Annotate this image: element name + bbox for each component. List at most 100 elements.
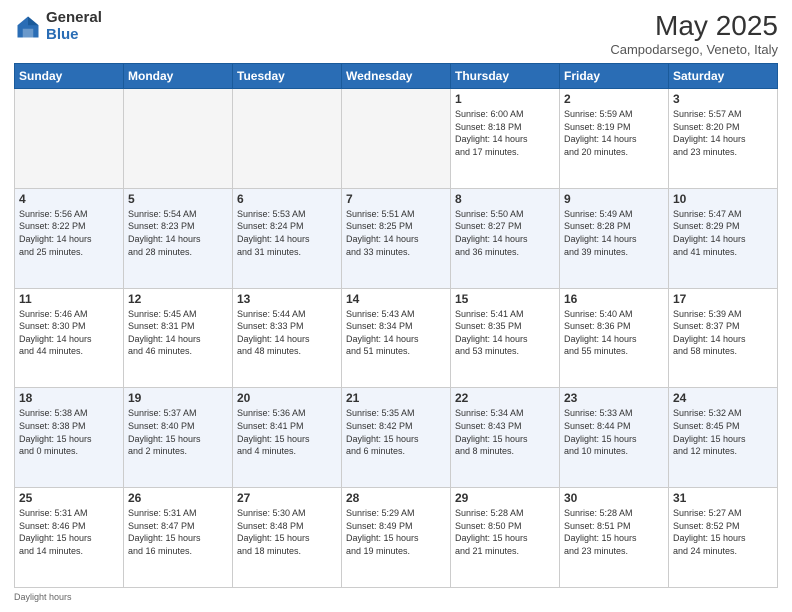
subtitle: Campodarsego, Veneto, Italy	[610, 42, 778, 57]
day-info: Sunrise: 6:00 AMSunset: 8:18 PMDaylight:…	[455, 108, 555, 158]
day-info: Sunrise: 5:37 AMSunset: 8:40 PMDaylight:…	[128, 407, 228, 457]
calendar-week-3: 18 Sunrise: 5:38 AMSunset: 8:38 PMDayligh…	[15, 388, 778, 488]
day-info: Sunrise: 5:45 AMSunset: 8:31 PMDaylight:…	[128, 308, 228, 358]
calendar-week-1: 4 Sunrise: 5:56 AMSunset: 8:22 PMDaylight…	[15, 188, 778, 288]
day-number: 9	[564, 192, 664, 206]
header-friday: Friday	[560, 64, 669, 89]
day-info: Sunrise: 5:43 AMSunset: 8:34 PMDaylight:…	[346, 308, 446, 358]
day-number: 26	[128, 491, 228, 505]
calendar-cell: 24 Sunrise: 5:32 AMSunset: 8:45 PMDayligh…	[669, 388, 778, 488]
day-info: Sunrise: 5:33 AMSunset: 8:44 PMDaylight:…	[564, 407, 664, 457]
day-number: 30	[564, 491, 664, 505]
header-monday: Monday	[124, 64, 233, 89]
day-info: Sunrise: 5:28 AMSunset: 8:50 PMDaylight:…	[455, 507, 555, 557]
logo-general: General	[46, 9, 102, 26]
day-number: 22	[455, 391, 555, 405]
calendar-cell: 25Sunrise: 5:31 AMSunset: 8:46 PMDayligh…	[15, 488, 124, 588]
header-wednesday: Wednesday	[342, 64, 451, 89]
calendar-cell: 11Sunrise: 5:46 AMSunset: 8:30 PMDayligh…	[15, 288, 124, 388]
day-info: Sunrise: 5:35 AMSunset: 8:42 PMDaylight:…	[346, 407, 446, 457]
calendar-cell: 2Sunrise: 5:59 AMSunset: 8:19 PMDaylight…	[560, 89, 669, 189]
calendar-cell: 21 Sunrise: 5:35 AMSunset: 8:42 PMDayligh…	[342, 388, 451, 488]
day-number: 19	[128, 391, 228, 405]
day-info: Sunrise: 5:57 AMSunset: 8:20 PMDaylight:…	[673, 108, 773, 158]
day-info: Sunrise: 5:50 AMSunset: 8:27 PMDaylight:…	[455, 208, 555, 258]
day-number: 24	[673, 391, 773, 405]
calendar-cell: 29Sunrise: 5:28 AMSunset: 8:50 PMDayligh…	[451, 488, 560, 588]
calendar-cell: 15 Sunrise: 5:41 AMSunset: 8:35 PMDayligh…	[451, 288, 560, 388]
day-number: 25	[19, 491, 119, 505]
calendar-table: Sunday Monday Tuesday Wednesday Thursday…	[14, 63, 778, 588]
calendar-cell: 17 Sunrise: 5:39 AMSunset: 8:37 PMDayligh…	[669, 288, 778, 388]
day-info: Sunrise: 5:46 AMSunset: 8:30 PMDaylight:…	[19, 308, 119, 358]
logo: General Blue	[14, 10, 102, 43]
day-number: 6	[237, 192, 337, 206]
page: General Blue May 2025 Campodarsego, Vene…	[0, 0, 792, 612]
calendar-cell: 4 Sunrise: 5:56 AMSunset: 8:22 PMDaylight…	[15, 188, 124, 288]
calendar-cell: 31Sunrise: 5:27 AMSunset: 8:52 PMDayligh…	[669, 488, 778, 588]
calendar-cell: 5Sunrise: 5:54 AMSunset: 8:23 PMDaylight…	[124, 188, 233, 288]
calendar-cell: 10 Sunrise: 5:47 AMSunset: 8:29 PMDayligh…	[669, 188, 778, 288]
footer: Daylight hours	[14, 592, 778, 602]
day-info: Sunrise: 5:29 AMSunset: 8:49 PMDaylight:…	[346, 507, 446, 557]
calendar-cell: 22 Sunrise: 5:34 AMSunset: 8:43 PMDayligh…	[451, 388, 560, 488]
calendar-cell: 20 Sunrise: 5:36 AMSunset: 8:41 PMDayligh…	[233, 388, 342, 488]
header: General Blue May 2025 Campodarsego, Vene…	[14, 10, 778, 57]
day-info: Sunrise: 5:59 AMSunset: 8:19 PMDaylight:…	[564, 108, 664, 158]
day-number: 27	[237, 491, 337, 505]
calendar-cell: 6 Sunrise: 5:53 AMSunset: 8:24 PMDaylight…	[233, 188, 342, 288]
day-info: Sunrise: 5:31 AMSunset: 8:47 PMDaylight:…	[128, 507, 228, 557]
day-number: 16	[564, 292, 664, 306]
day-info: Sunrise: 5:56 AMSunset: 8:22 PMDaylight:…	[19, 208, 119, 258]
day-number: 7	[346, 192, 446, 206]
calendar-week-2: 11Sunrise: 5:46 AMSunset: 8:30 PMDayligh…	[15, 288, 778, 388]
calendar-cell: 14Sunrise: 5:43 AMSunset: 8:34 PMDayligh…	[342, 288, 451, 388]
day-info: Sunrise: 5:39 AMSunset: 8:37 PMDaylight:…	[673, 308, 773, 358]
day-number: 20	[237, 391, 337, 405]
day-number: 21	[346, 391, 446, 405]
day-number: 28	[346, 491, 446, 505]
logo-text: General Blue	[46, 10, 102, 43]
calendar-cell: 16Sunrise: 5:40 AMSunset: 8:36 PMDayligh…	[560, 288, 669, 388]
header-saturday: Saturday	[669, 64, 778, 89]
calendar-cell: 26 Sunrise: 5:31 AMSunset: 8:47 PMDayligh…	[124, 488, 233, 588]
day-info: Sunrise: 5:34 AMSunset: 8:43 PMDaylight:…	[455, 407, 555, 457]
footer-text: Daylight hours	[14, 592, 72, 602]
calendar-cell: 3Sunrise: 5:57 AMSunset: 8:20 PMDaylight…	[669, 89, 778, 189]
calendar-cell	[124, 89, 233, 189]
day-info: Sunrise: 5:53 AMSunset: 8:24 PMDaylight:…	[237, 208, 337, 258]
day-info: Sunrise: 5:41 AMSunset: 8:35 PMDaylight:…	[455, 308, 555, 358]
day-info: Sunrise: 5:51 AMSunset: 8:25 PMDaylight:…	[346, 208, 446, 258]
calendar-cell	[342, 89, 451, 189]
header-tuesday: Tuesday	[233, 64, 342, 89]
calendar-cell: 1Sunrise: 6:00 AMSunset: 8:18 PMDaylight…	[451, 89, 560, 189]
calendar-cell: 28 Sunrise: 5:29 AMSunset: 8:49 PMDayligh…	[342, 488, 451, 588]
header-sunday: Sunday	[15, 64, 124, 89]
calendar-cell	[15, 89, 124, 189]
calendar-week-0: 1Sunrise: 6:00 AMSunset: 8:18 PMDaylight…	[15, 89, 778, 189]
day-number: 4	[19, 192, 119, 206]
logo-blue: Blue	[46, 26, 79, 43]
day-info: Sunrise: 5:54 AMSunset: 8:23 PMDaylight:…	[128, 208, 228, 258]
calendar-cell: 27 Sunrise: 5:30 AMSunset: 8:48 PMDayligh…	[233, 488, 342, 588]
day-info: Sunrise: 5:38 AMSunset: 8:38 PMDaylight:…	[19, 407, 119, 457]
day-info: Sunrise: 5:32 AMSunset: 8:45 PMDaylight:…	[673, 407, 773, 457]
day-number: 18	[19, 391, 119, 405]
calendar-cell	[233, 89, 342, 189]
day-number: 8	[455, 192, 555, 206]
calendar-header-row: Sunday Monday Tuesday Wednesday Thursday…	[15, 64, 778, 89]
calendar-cell: 23 Sunrise: 5:33 AMSunset: 8:44 PMDayligh…	[560, 388, 669, 488]
day-number: 10	[673, 192, 773, 206]
calendar-week-4: 25Sunrise: 5:31 AMSunset: 8:46 PMDayligh…	[15, 488, 778, 588]
day-number: 17	[673, 292, 773, 306]
title-block: May 2025 Campodarsego, Veneto, Italy	[610, 10, 778, 57]
day-info: Sunrise: 5:30 AMSunset: 8:48 PMDaylight:…	[237, 507, 337, 557]
calendar-cell: 13Sunrise: 5:44 AMSunset: 8:33 PMDayligh…	[233, 288, 342, 388]
day-info: Sunrise: 5:36 AMSunset: 8:41 PMDaylight:…	[237, 407, 337, 457]
day-info: Sunrise: 5:47 AMSunset: 8:29 PMDaylight:…	[673, 208, 773, 258]
day-number: 13	[237, 292, 337, 306]
logo-icon	[14, 13, 42, 41]
day-number: 15	[455, 292, 555, 306]
day-number: 23	[564, 391, 664, 405]
day-number: 12	[128, 292, 228, 306]
